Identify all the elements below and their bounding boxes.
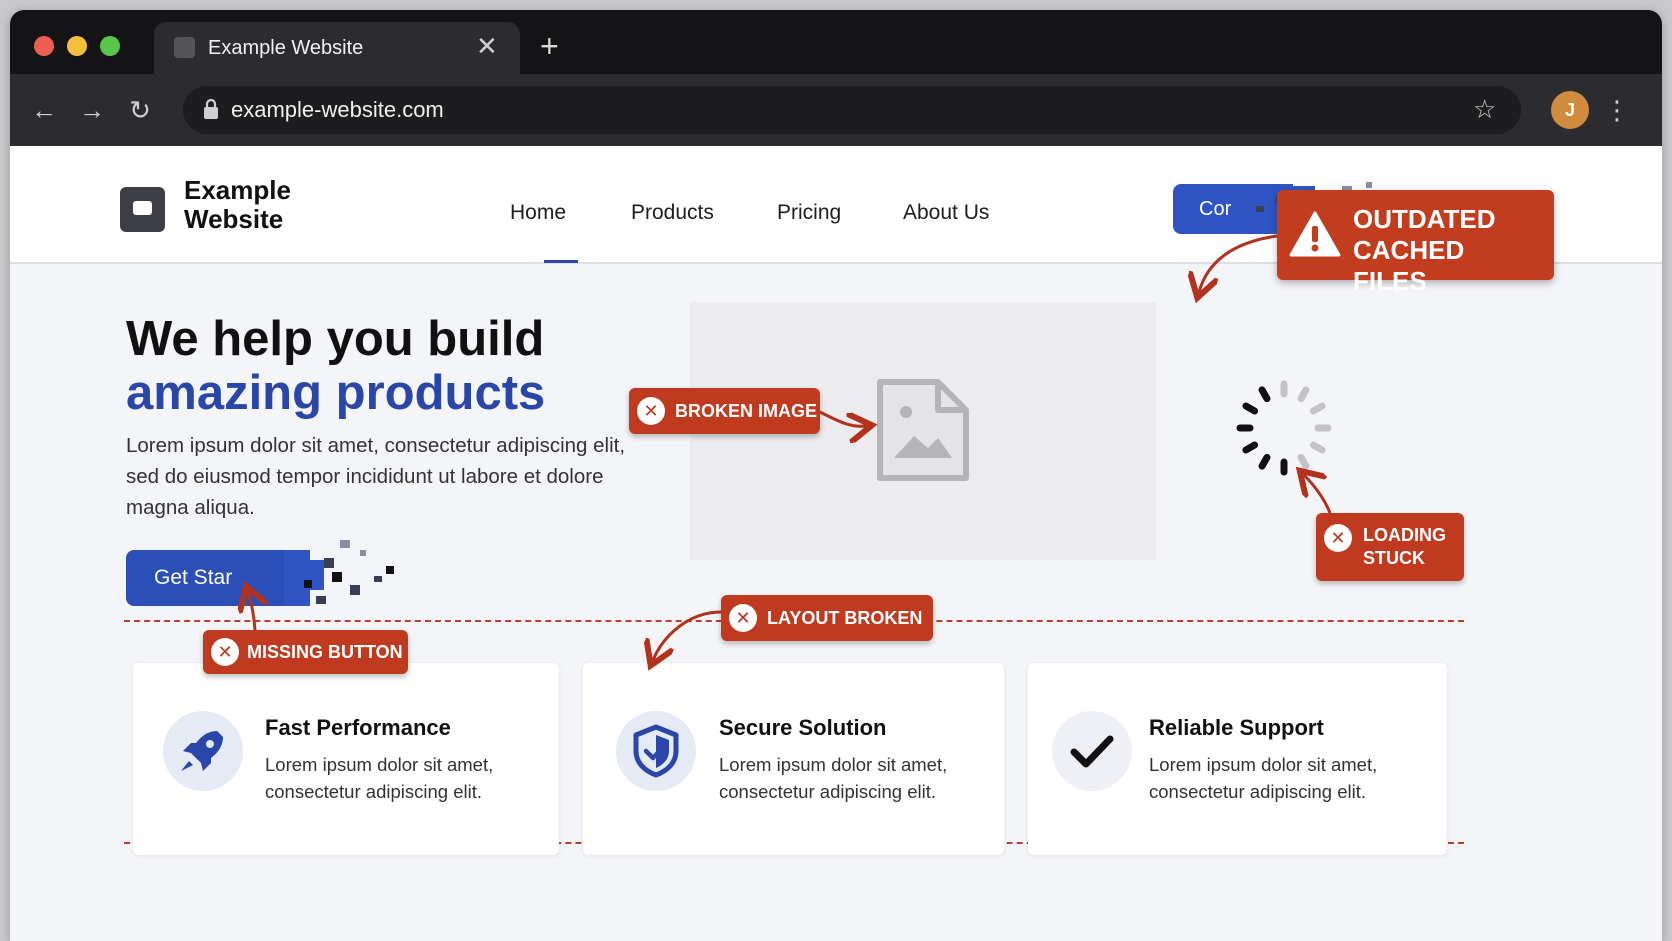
browser-window: Example Website ✕ + ← → ↻ example-websit… <box>10 10 1662 941</box>
outdated-cached-files-callout: OUTDATED CACHED FILES <box>1277 190 1554 296</box>
error-x-icon: ✕ <box>1324 524 1352 552</box>
callout-label: BROKEN IMAGE <box>675 401 818 421</box>
layout-broken-callout: ✕ LAYOUT BROKEN <box>721 595 933 641</box>
callout-label: LAYOUT BROKEN <box>767 608 923 628</box>
callout-label: OUTDATED CACHED FILES <box>1353 204 1496 296</box>
error-x-icon: ✕ <box>637 397 665 425</box>
callout-label: LOADING STUCK <box>1363 525 1446 568</box>
loading-stuck-callout: ✕ LOADING STUCK <box>1316 513 1464 581</box>
missing-button-callout: ✕ MISSING BUTTON <box>203 630 408 674</box>
error-x-icon: ✕ <box>211 638 239 666</box>
broken-image-callout: ✕ BROKEN IMAGE <box>629 388 820 434</box>
error-x-icon: ✕ <box>729 604 757 632</box>
callout-arrows <box>10 234 1332 941</box>
callout-label: MISSING BUTTON <box>247 642 403 662</box>
warning-triangle-icon <box>1289 211 1341 257</box>
